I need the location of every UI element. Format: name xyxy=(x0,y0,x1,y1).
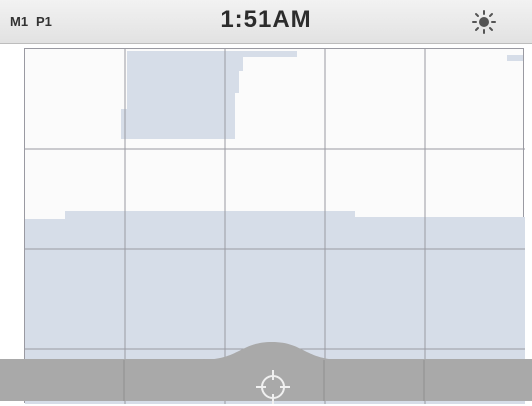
signal-block-upper xyxy=(121,51,297,139)
crosshair-icon[interactable] xyxy=(254,368,292,406)
detector-screen: M1 P1 1:51AM xyxy=(0,0,532,404)
clock-display: 1:51AM xyxy=(220,6,312,33)
signal-fleck xyxy=(507,55,523,61)
sun-icon[interactable] xyxy=(472,10,496,34)
status-header: M1 P1 1:51AM xyxy=(0,0,532,44)
